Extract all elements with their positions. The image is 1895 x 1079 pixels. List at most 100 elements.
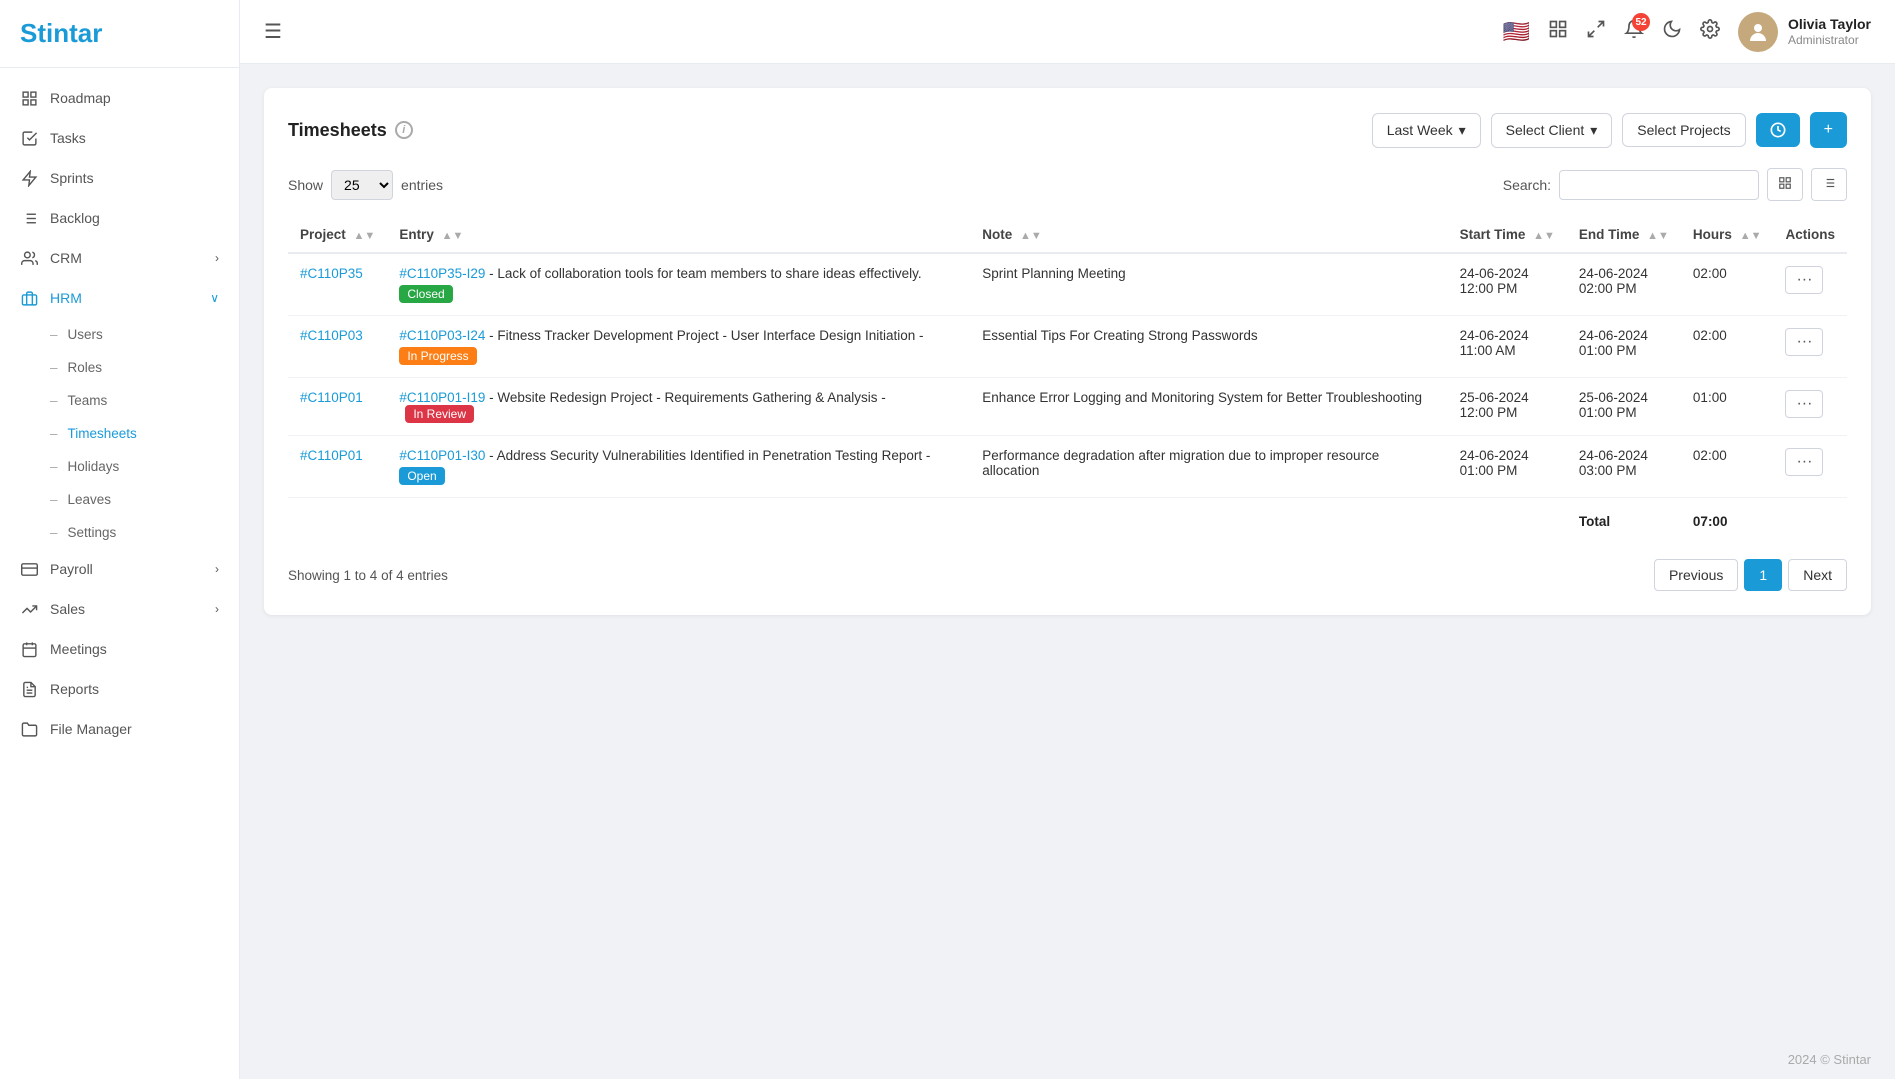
hours-cell: 01:00 — [1681, 378, 1774, 436]
language-flag-icon[interactable]: 🇺🇸 — [1503, 19, 1530, 45]
sidebar-item-timesheets[interactable]: Timesheets — [0, 417, 239, 450]
sidebar-item-reports[interactable]: Reports — [0, 669, 239, 709]
content-area: Timesheets i Last Week ▾ Select Client ▾… — [240, 64, 1895, 1040]
page-title: Timesheets — [288, 120, 387, 141]
actions-cell: ··· — [1773, 378, 1847, 436]
sidebar: Stintar Roadmap Tasks Sprints Backlog — [0, 0, 240, 1079]
entry-link[interactable]: #C110P35-I29 — [399, 266, 485, 281]
chevron-down-icon: ▾ — [1590, 122, 1597, 139]
sub-nav-label: Users — [68, 327, 103, 342]
note-cell: Enhance Error Logging and Monitoring Sys… — [970, 378, 1447, 436]
entries-label: entries — [401, 177, 443, 193]
tasks-icon — [20, 129, 38, 147]
actions-menu-button[interactable]: ··· — [1785, 390, 1823, 418]
chevron-down-icon: ▾ — [1459, 122, 1466, 139]
sort-icon: ▲▼ — [1020, 230, 1042, 242]
col-project[interactable]: Project ▲▼ — [288, 217, 387, 253]
folder-icon — [20, 720, 38, 738]
grid-icon[interactable] — [1586, 19, 1606, 44]
status-badge: Open — [399, 467, 444, 485]
actions-menu-button[interactable]: ··· — [1785, 328, 1823, 356]
previous-button[interactable]: Previous — [1654, 559, 1738, 591]
col-entry[interactable]: Entry ▲▼ — [387, 217, 970, 253]
sidebar-item-hrm[interactable]: HRM ∨ — [0, 278, 239, 318]
show-label: Show — [288, 177, 323, 193]
apps-icon[interactable] — [1548, 19, 1568, 44]
table-controls: Show 25 50 100 entries Search: — [288, 168, 1847, 201]
sidebar-item-backlog[interactable]: Backlog — [0, 198, 239, 238]
search-input[interactable] — [1559, 170, 1759, 200]
add-timesheet-button[interactable]: + — [1810, 112, 1847, 148]
note-cell: Essential Tips For Creating Strong Passw… — [970, 316, 1447, 378]
sidebar-item-holidays[interactable]: Holidays — [0, 450, 239, 483]
col-start-time[interactable]: Start Time ▲▼ — [1448, 217, 1567, 253]
next-button[interactable]: Next — [1788, 559, 1847, 591]
timer-button[interactable] — [1756, 113, 1800, 147]
project-link[interactable]: #C110P03 — [300, 328, 363, 343]
sidebar-item-settings[interactable]: Settings — [0, 516, 239, 549]
client-filter-button[interactable]: Select Client ▾ — [1491, 113, 1613, 148]
sidebar-item-label: File Manager — [50, 721, 132, 737]
project-link[interactable]: #C110P01 — [300, 390, 363, 405]
sidebar-item-roadmap[interactable]: Roadmap — [0, 78, 239, 118]
logo-text: Stintar — [20, 18, 102, 48]
sidebar-item-sprints[interactable]: Sprints — [0, 158, 239, 198]
note-cell: Performance degradation after migration … — [970, 436, 1447, 498]
pagination-area: Showing 1 to 4 of 4 entries Previous 1 N… — [288, 559, 1847, 591]
settings-icon[interactable] — [1700, 19, 1720, 44]
notification-bell-icon[interactable]: 52 — [1624, 19, 1644, 44]
entry-link[interactable]: #C110P01-I19 — [399, 390, 485, 405]
sort-icon: ▲▼ — [1647, 230, 1669, 242]
info-icon[interactable]: i — [395, 121, 413, 139]
dark-mode-icon[interactable] — [1662, 19, 1682, 44]
start-time-cell: 24-06-202401:00 PM — [1448, 436, 1567, 498]
note-cell: Sprint Planning Meeting — [970, 253, 1447, 316]
sub-nav-label: Holidays — [68, 459, 120, 474]
actions-cell: ··· — [1773, 253, 1847, 316]
hrm-icon — [20, 289, 38, 307]
sidebar-item-label: Sprints — [50, 170, 94, 186]
sidebar-item-meetings[interactable]: Meetings — [0, 629, 239, 669]
table-row: #C110P01#C110P01-I30 - Address Security … — [288, 436, 1847, 498]
table-row: #C110P01#C110P01-I19 - Website Redesign … — [288, 378, 1847, 436]
show-entries-area: Show 25 50 100 entries — [288, 170, 443, 200]
sidebar-item-crm[interactable]: CRM › — [0, 238, 239, 278]
user-profile[interactable]: Olivia Taylor Administrator — [1738, 12, 1871, 52]
sort-icon: ▲▼ — [442, 230, 464, 242]
sidebar-item-sales[interactable]: Sales › — [0, 589, 239, 629]
total-label: Total — [1567, 498, 1681, 542]
sidebar-item-roles[interactable]: Roles — [0, 351, 239, 384]
page-1-button[interactable]: 1 — [1744, 559, 1782, 591]
actions-menu-button[interactable]: ··· — [1785, 448, 1823, 476]
actions-menu-button[interactable]: ··· — [1785, 266, 1823, 294]
entry-link[interactable]: #C110P03-I24 — [399, 328, 485, 343]
sidebar-item-leaves[interactable]: Leaves — [0, 483, 239, 516]
user-role: Administrator — [1788, 33, 1871, 47]
sidebar-item-users[interactable]: Users — [0, 318, 239, 351]
menu-toggle-button[interactable]: ☰ — [264, 19, 282, 44]
entries-per-page-select[interactable]: 25 50 100 — [331, 170, 393, 200]
sidebar-item-teams[interactable]: Teams — [0, 384, 239, 417]
col-end-time[interactable]: End Time ▲▼ — [1567, 217, 1681, 253]
footer: 2024 © Stintar — [240, 1040, 1895, 1079]
timesheets-table: Project ▲▼ Entry ▲▼ Note ▲▼ Start Time ▲… — [288, 217, 1847, 541]
project-link[interactable]: #C110P01 — [300, 448, 363, 463]
col-hours[interactable]: Hours ▲▼ — [1681, 217, 1774, 253]
sidebar-item-label: Roadmap — [50, 90, 111, 106]
grid-view-button[interactable] — [1767, 168, 1803, 201]
sidebar-item-payroll[interactable]: Payroll › — [0, 549, 239, 589]
table-row: #C110P35#C110P35-I29 - Lack of collabora… — [288, 253, 1847, 316]
sidebar-item-tasks[interactable]: Tasks — [0, 118, 239, 158]
col-note[interactable]: Note ▲▼ — [970, 217, 1447, 253]
list-view-button[interactable] — [1811, 168, 1847, 201]
project-link[interactable]: #C110P35 — [300, 266, 363, 281]
end-time-cell: 24-06-202403:00 PM — [1567, 436, 1681, 498]
end-time-cell: 25-06-202401:00 PM — [1567, 378, 1681, 436]
payroll-arrow-icon: › — [215, 562, 219, 576]
project-filter-button[interactable]: Select Projects — [1622, 113, 1745, 147]
user-name: Olivia Taylor — [1788, 16, 1871, 33]
period-filter-button[interactable]: Last Week ▾ — [1372, 113, 1481, 148]
sidebar-item-file-manager[interactable]: File Manager — [0, 709, 239, 749]
entry-link[interactable]: #C110P01-I30 — [399, 448, 485, 463]
project-cell: #C110P35 — [288, 253, 387, 316]
